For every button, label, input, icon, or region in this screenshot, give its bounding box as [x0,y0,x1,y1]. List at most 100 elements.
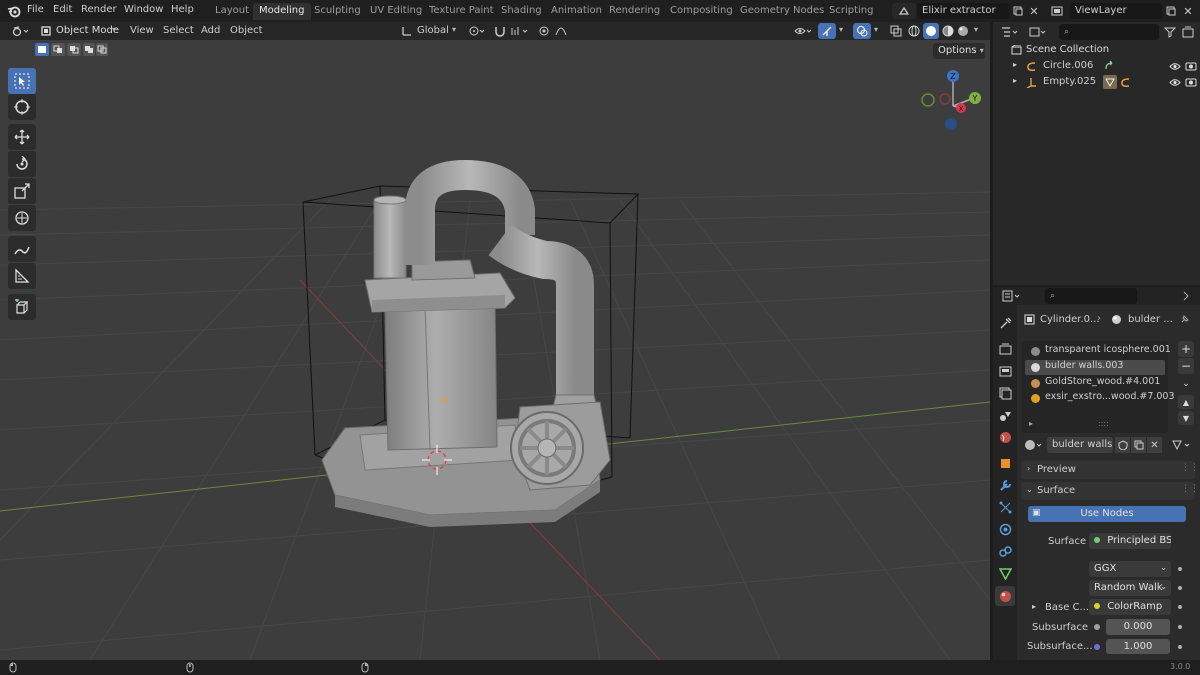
scene-name-field[interactable]: Elixir extractor [917,3,1009,19]
tab-layout[interactable]: Layout [209,3,255,20]
select-mode-invert-icon[interactable] [83,43,95,56]
outliner-item-label[interactable]: Empty.025 [1043,76,1096,87]
constraints-tab-icon[interactable] [997,543,1013,559]
select-box-tool[interactable] [8,68,36,94]
material-slot[interactable]: transparent icosphere.001 [1025,344,1171,359]
menu-render[interactable]: Render [81,4,117,15]
delete-scene-icon[interactable]: ✕ [1027,3,1041,19]
outliner-item-label[interactable]: Circle.006 [1043,60,1093,71]
transform-orientation-icon[interactable] [400,24,414,38]
display-mode-icon[interactable] [1027,25,1051,39]
eye-icon[interactable] [1168,76,1181,88]
scene-icon[interactable] [892,3,916,19]
add-slot-button[interactable]: + [1178,341,1194,357]
rotate-tool[interactable] [8,151,36,177]
options-button[interactable]: Options ▾ [933,43,985,59]
menu-add[interactable]: Add [201,25,220,36]
particles-tab-icon[interactable] [997,499,1013,515]
shading-rendered-icon[interactable] [956,24,970,38]
properties-options-icon[interactable] [1179,289,1193,303]
menu-file[interactable]: File [27,4,44,15]
scene-tab-icon[interactable] [997,407,1013,423]
scene-collection-row[interactable]: Scene Collection [993,42,1200,58]
tab-animation[interactable]: Animation [545,3,608,20]
menu-view[interactable]: View [130,25,154,36]
expand-arrow-icon[interactable]: ▸ [1013,60,1017,69]
gizmo-dropdown-icon[interactable]: ▾ [839,25,843,34]
unlink-material-icon[interactable]: ✕ [1147,437,1162,453]
camera-icon[interactable] [1184,76,1197,88]
gizmo-toggle-icon[interactable] [818,23,836,39]
list-expand-icon[interactable]: ▸ [1029,419,1033,428]
remove-slot-button[interactable]: − [1178,358,1194,374]
new-view-layer-icon[interactable] [1164,3,1178,19]
menu-select[interactable]: Select [163,25,194,36]
menu-window[interactable]: Window [124,4,163,15]
duplicate-material-icon[interactable] [1131,437,1146,453]
eye-icon[interactable] [1168,60,1181,72]
slot-specials-dropdown[interactable]: ⌄ [1178,376,1194,392]
subsurface-value[interactable]: 0.000 [1106,619,1170,635]
select-mode-extend-icon[interactable] [51,43,65,56]
subsurface-radius-value[interactable]: 1.000 [1106,639,1170,654]
preview-panel-header[interactable]: › Preview ⋮⋮ [1021,461,1199,479]
menu-help[interactable]: Help [171,4,194,15]
editor-type-icon[interactable] [8,24,34,38]
base-color-field[interactable]: ColorRamp [1089,599,1171,615]
tab-texture-paint[interactable]: Texture Paint [423,3,500,20]
surface-panel-header[interactable]: ⌄ Surface ⋮⋮ [1021,482,1199,500]
view-layer-tab-icon[interactable] [997,385,1013,401]
curve-child-icon[interactable] [1119,76,1131,88]
outliner-search-input[interactable]: ⌕ [1059,24,1159,40]
tool-tab-icon[interactable] [997,315,1013,331]
material-slot[interactable]: GoldStore_wood.#4.001 [1025,376,1165,391]
browse-material-icon[interactable] [1022,437,1046,453]
mode-select[interactable]: Object Mode [56,25,119,36]
view-layer-icon[interactable] [1046,3,1068,19]
select-mode-subtract-icon[interactable] [67,43,81,56]
material-slot-selected[interactable]: bulder walls.003 [1025,360,1165,375]
navigation-gizmo[interactable]: Z Y X [918,66,988,136]
snap-icon[interactable] [493,24,507,38]
view-layer-field[interactable]: ViewLayer [1070,3,1162,19]
expand-arrow-icon[interactable]: ▸ [1032,602,1036,611]
constraint-icon[interactable] [1103,75,1117,89]
socket-dot-icon[interactable] [1094,624,1100,630]
keyframe-dot-icon[interactable] [1178,645,1182,649]
menu-object[interactable]: Object [230,25,263,36]
breadcrumb-material[interactable]: bulder ... [1128,314,1173,325]
outliner-row-circle[interactable]: ▸ Circle.006 [993,58,1200,74]
curve-data-icon[interactable] [1103,60,1115,72]
material-slot[interactable]: exsir_exstro...wood.#7.003 [1025,391,1175,406]
xray-toggle-icon[interactable] [889,24,903,38]
output-tab-icon[interactable] [997,363,1013,379]
keyframe-dot-icon[interactable] [1178,605,1182,609]
blender-logo-icon[interactable] [6,3,22,19]
mode-dropdown-icon[interactable]: ▾ [112,25,116,34]
move-slot-down-button[interactable]: ▼ [1178,411,1194,425]
tab-scripting[interactable]: Scripting [823,3,879,20]
scale-tool[interactable] [8,178,36,204]
shading-dropdown-icon[interactable]: ▾ [974,25,978,34]
socket-dot-icon[interactable] [1094,644,1100,650]
world-tab-icon[interactable] [997,429,1013,445]
tab-modeling[interactable]: Modeling [253,3,311,20]
material-tab-icon[interactable] [995,586,1015,606]
new-collection-icon[interactable] [1181,25,1195,39]
fake-user-icon[interactable] [1115,437,1130,453]
add-cube-tool[interactable] [8,294,36,320]
proportional-edit-icon[interactable] [537,24,551,38]
cursor-tool[interactable] [8,94,36,120]
select-mode-intersect-icon[interactable] [96,43,108,56]
visibility-icon[interactable] [792,24,816,38]
tab-uv-editing[interactable]: UV Editing [364,3,428,20]
breadcrumb-object[interactable]: Cylinder.0... [1040,314,1100,325]
transform-tool[interactable] [8,205,36,231]
move-slot-up-button[interactable]: ▲ [1178,395,1194,409]
subsurface-method-select[interactable]: Random Walk ⌄ [1089,580,1171,596]
move-tool[interactable] [8,124,36,150]
outliner-row-empty[interactable]: ▸ Empty.025 [993,74,1200,90]
distribution-select[interactable]: GGX ⌄ [1089,561,1171,577]
render-tab-icon[interactable] [997,341,1013,357]
properties-search-input[interactable]: ⌕ [1045,288,1137,304]
